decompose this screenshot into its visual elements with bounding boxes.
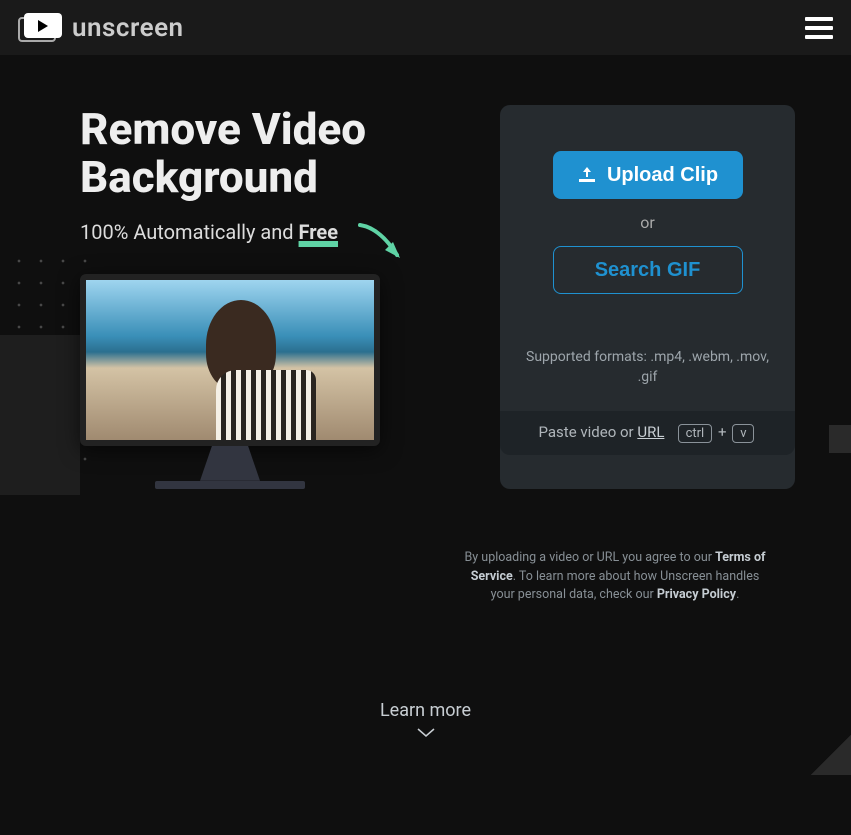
privacy-policy-link[interactable]: Privacy Policy <box>657 587 736 602</box>
header: unscreen <box>0 0 851 55</box>
main: Remove Video Background 100% Automatical… <box>0 55 851 489</box>
bg-block-decoration <box>0 335 80 495</box>
brand-name: unscreen <box>72 13 184 43</box>
legal-t3: . <box>736 587 739 602</box>
upload-label: Upload Clip <box>607 164 718 187</box>
subhead-prefix: 100% Automatically and <box>80 220 299 244</box>
paste-url-link[interactable]: URL <box>637 423 664 441</box>
plus: + <box>718 423 727 441</box>
monitor-stand <box>200 446 260 481</box>
paste-bar: Paste video or URL ctrl + v <box>500 411 795 455</box>
paste-prefix: Paste video or <box>539 423 638 441</box>
monitor-screen <box>80 274 380 446</box>
logo[interactable]: unscreen <box>18 13 184 43</box>
arrow-icon <box>355 220 415 270</box>
headline: Remove Video Background <box>80 105 440 202</box>
key-ctrl: ctrl <box>678 424 713 443</box>
upload-clip-button[interactable]: Upload Clip <box>553 151 743 199</box>
subhead-free: Free <box>299 220 338 244</box>
learn-more[interactable]: Learn more <box>0 700 851 744</box>
side-decoration <box>829 425 851 453</box>
menu-icon[interactable] <box>805 17 833 39</box>
search-gif-label: Search GIF <box>595 259 701 282</box>
key-v: v <box>732 424 754 443</box>
supported-formats: Supported formats: .mp4, .webm, .mov, .g… <box>516 348 779 387</box>
upload-panel: Upload Clip or Search GIF Supported form… <box>500 105 795 489</box>
monitor-base <box>155 481 305 489</box>
legal-t1: By uploading a video or URL you agree to… <box>465 550 716 565</box>
corner-decoration <box>811 735 851 775</box>
upload-icon <box>577 166 597 184</box>
video-thumbnail <box>86 280 374 440</box>
search-gif-button[interactable]: Search GIF <box>553 246 743 294</box>
hero-left: Remove Video Background 100% Automatical… <box>80 105 440 489</box>
or-divider: or <box>640 213 655 232</box>
chevron-down-icon <box>416 727 436 739</box>
learn-more-label: Learn more <box>0 700 851 721</box>
monitor-preview <box>80 274 380 489</box>
legal-text: By uploading a video or URL you agree to… <box>460 549 770 605</box>
logo-icon <box>18 13 62 42</box>
